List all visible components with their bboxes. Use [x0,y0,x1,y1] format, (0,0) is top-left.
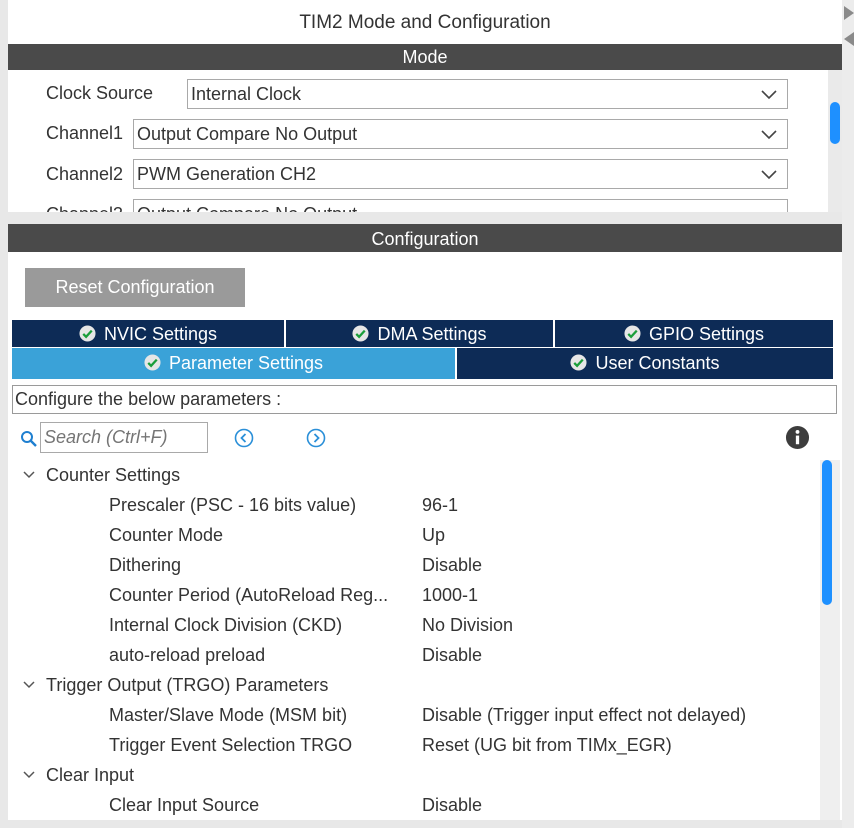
param-value: Disable (Trigger input effect not delaye… [422,705,747,725]
chevron-down-icon [23,471,35,479]
param-row[interactable]: Clear Input Source Disable [8,790,820,820]
previous-match-icon[interactable] [234,428,254,448]
search-input[interactable] [40,422,208,453]
search-icon[interactable] [20,430,38,448]
group-counter-settings[interactable]: Counter Settings [8,460,820,490]
channel1-label: Channel1 [46,123,124,143]
tab-parameter-label: Parameter Settings [168,353,324,373]
group-label: Trigger Output (TRGO) Parameters [46,675,329,695]
expand-arrow-icon[interactable] [844,32,854,46]
next-match-icon[interactable] [306,428,326,448]
tim2-configuration-panel: TIM2 Mode and Configuration Mode Clock S… [8,0,842,820]
group-clear-input[interactable]: Clear Input [8,760,820,790]
window-title: TIM2 Mode and Configuration [299,12,551,33]
parameter-scrollbar[interactable] [820,460,840,820]
param-name: Clear Input Source [109,795,260,815]
chevron-down-icon [23,771,35,779]
tab-nvic-settings[interactable]: NVIC Settings [12,320,284,347]
param-row[interactable]: auto-reload preload Disable [8,640,820,670]
tab-nvic-label: NVIC Settings [103,324,218,344]
channel3-value: Output Compare No Output [137,204,357,212]
param-value: Reset (UG bit from TIMx_EGR) [422,735,672,755]
check-circle-icon [624,325,641,342]
param-row[interactable]: Trigger Event Selection TRGO Reset (UG b… [8,730,820,760]
side-strip [842,0,854,828]
param-name: Master/Slave Mode (MSM bit) [109,705,348,725]
parameter-scrollbar-thumb[interactable] [822,460,832,605]
mode-section: Clock Source Internal Clock Channel1 Out… [8,70,842,212]
tab-dma-label: DMA Settings [377,324,487,344]
channel1-select[interactable]: Output Compare No Output [133,119,788,149]
chevron-down-icon [23,681,35,689]
collapse-arrow-icon[interactable] [844,6,854,20]
chevron-down-icon [761,170,777,180]
parameter-tree: Counter Settings Prescaler (PSC - 16 bit… [8,460,820,820]
param-name: Prescaler (PSC - 16 bits value) [109,495,357,515]
param-row[interactable]: Dithering Disable [8,550,820,580]
param-value: 1000-1 [422,585,479,605]
tab-user-constants[interactable]: User Constants [457,348,833,379]
check-circle-icon [352,325,369,342]
reset-configuration-button[interactable]: Reset Configuration [25,268,245,307]
param-name: Counter Mode [109,525,224,545]
configuration-header: Configuration [8,224,842,252]
chevron-down-icon [761,90,777,100]
tab-dma-settings[interactable]: DMA Settings [286,320,553,347]
check-circle-icon [144,354,161,371]
param-value: 96-1 [422,495,459,515]
check-circle-icon [570,354,587,371]
param-value: Up [422,525,446,545]
channel2-label: Channel2 [46,164,124,184]
clock-source-value: Internal Clock [191,84,302,104]
info-icon[interactable] [785,425,810,450]
tab-gpio-settings[interactable]: GPIO Settings [555,320,833,347]
tab-gpio-label: GPIO Settings [648,324,765,344]
param-name: Internal Clock Division (CKD) [109,615,343,635]
param-name: Dithering [109,555,182,575]
param-name: Trigger Event Selection TRGO [109,735,353,755]
mode-header: Mode [8,44,842,70]
configure-instructions: Configure the below parameters : [12,385,837,414]
tab-user-constants-label: User Constants [595,353,720,373]
channel2-select[interactable]: PWM Generation CH2 [133,159,788,189]
channel1-value: Output Compare No Output [137,124,358,144]
channel2-value: PWM Generation CH2 [137,164,317,184]
mode-scrollbar[interactable] [828,70,842,212]
clock-source-select[interactable]: Internal Clock [187,79,788,109]
param-name: Counter Period (AutoReload Reg... [109,585,389,605]
param-value: Disable [422,645,483,665]
param-row[interactable]: Counter Mode Up [8,520,820,550]
group-label: Clear Input [46,765,135,785]
group-label: Counter Settings [46,465,181,485]
tab-parameter-settings[interactable]: Parameter Settings [12,348,455,379]
channel3-label: Channel3 [46,204,123,212]
group-trigger-output[interactable]: Trigger Output (TRGO) Parameters [8,670,820,700]
param-row[interactable]: Prescaler (PSC - 16 bits value) 96-1 [8,490,820,520]
channel3-select[interactable]: Output Compare No Output [133,199,788,212]
param-row[interactable]: Internal Clock Division (CKD) No Divisio… [8,610,820,640]
section-splitter[interactable] [8,212,842,224]
param-name: auto-reload preload [109,645,266,665]
param-value: Disable [422,555,483,575]
mode-scrollbar-thumb[interactable] [830,102,840,144]
clock-source-label: Clock Source [46,83,154,103]
check-circle-icon [79,325,96,342]
param-row[interactable]: Master/Slave Mode (MSM bit) Disable (Tri… [8,700,820,730]
param-value: Disable [422,795,483,815]
chevron-down-icon [761,130,777,140]
param-row[interactable]: Counter Period (AutoReload Reg... 1000-1 [8,580,820,610]
param-value: No Division [422,615,514,635]
